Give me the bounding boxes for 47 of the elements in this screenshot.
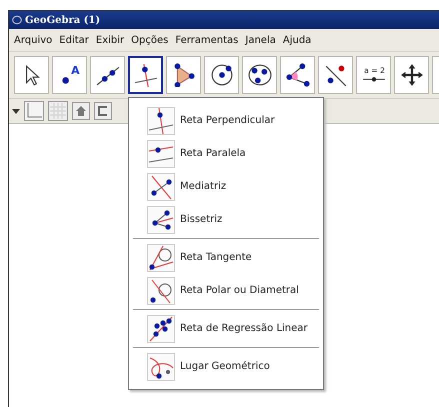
tool-button[interactable]: A [52, 56, 87, 94]
axes-icon [24, 101, 44, 121]
tool-button[interactable] [394, 56, 429, 94]
menu-item[interactable]: Editar [59, 34, 89, 46]
menu-item[interactable]: Janela [245, 34, 276, 46]
menu-item[interactable]: Arquivo [14, 34, 52, 46]
tool-button[interactable] [204, 56, 239, 94]
tool-label: Reta Polar ou Diametral [180, 285, 299, 296]
tool-button[interactable] [166, 56, 201, 94]
move-arrows-icon [400, 63, 424, 87]
dropdown-item[interactable]: Mediatriz [133, 170, 319, 203]
circle-through-points-icon [248, 63, 272, 87]
tool-button[interactable] [280, 56, 315, 94]
tool-label: Reta Tangente [180, 252, 252, 263]
tool-label: Reta de Regressão Linear [180, 323, 308, 334]
grid-icon [48, 101, 68, 121]
tool-button[interactable] [318, 56, 353, 94]
app-logo-icon [12, 15, 22, 25]
menu-item[interactable]: Ferramentas [175, 34, 238, 46]
home-icon [72, 102, 90, 120]
shape-icon [94, 102, 112, 120]
tool-label: Lugar Geométrico [180, 361, 270, 372]
menu-item[interactable]: Exibir [96, 34, 124, 46]
dropdown-item[interactable]: Reta de Regressão Linear [133, 312, 319, 345]
tool-button[interactable] [14, 56, 49, 94]
circle-icon [210, 63, 234, 87]
tool-label: Mediatriz [180, 181, 226, 192]
caret-icon [12, 107, 20, 115]
dropdown-item[interactable]: Reta Polar ou Diametral [133, 274, 319, 307]
tool-label: Reta Perpendicular [180, 115, 275, 126]
menu-item[interactable]: Opções [131, 34, 168, 46]
tool-label: Bissetriz [180, 214, 222, 225]
dropdown-item[interactable]: Reta Paralela [133, 137, 319, 170]
reflect-icon [324, 63, 348, 87]
tool-button[interactable] [128, 56, 163, 94]
tool-button[interactable] [242, 56, 277, 94]
angle-icon [286, 63, 310, 87]
dropdown-item[interactable]: Bissetriz [133, 203, 319, 236]
tool-button[interactable] [90, 56, 125, 94]
dropdown-item[interactable]: Reta Perpendicular [133, 104, 319, 137]
triangle-icon [172, 63, 196, 87]
tool-label: Reta Paralela [180, 148, 246, 159]
menu-item[interactable]: Ajuda [282, 34, 312, 46]
dropdown-item[interactable]: Reta Tangente [133, 241, 319, 274]
window-title: GeoGebra (1) [25, 14, 100, 26]
perpendicular-line-icon [134, 63, 158, 87]
dropdown-item[interactable]: Lugar Geométrico [133, 350, 319, 383]
